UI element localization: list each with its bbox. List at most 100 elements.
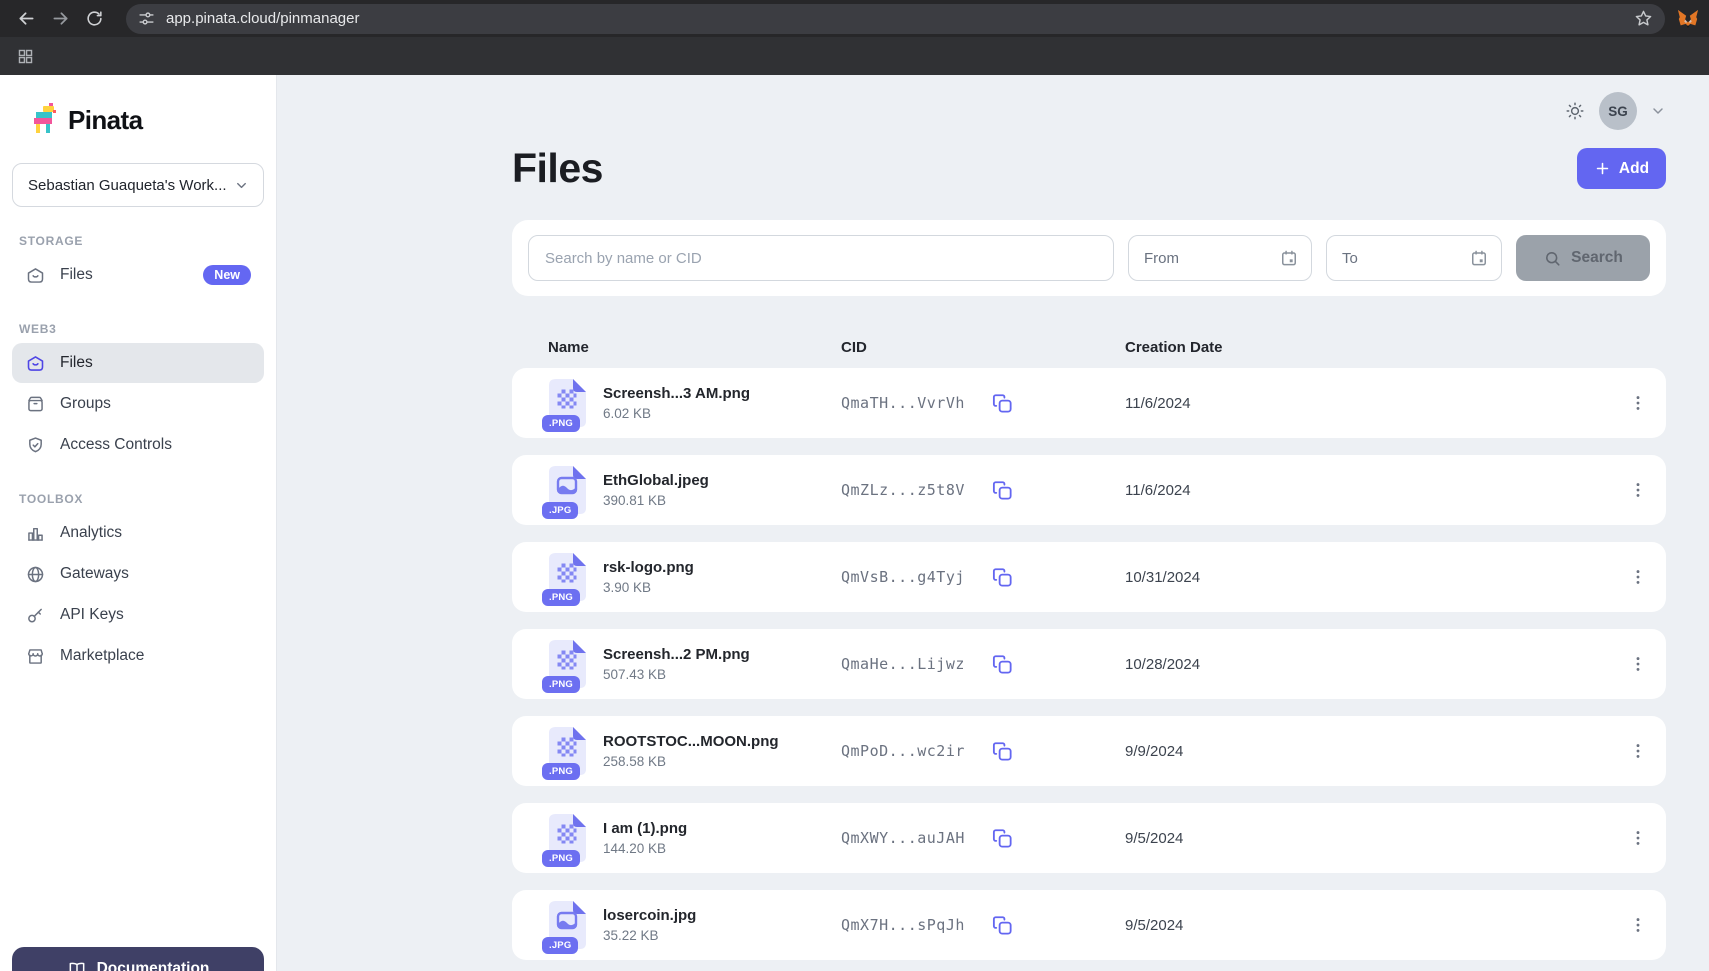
table-row[interactable]: .PNG Screensh...3 AM.png 6.02 KB QmaTH..…	[512, 368, 1666, 438]
add-button[interactable]: Add	[1577, 148, 1666, 189]
file-name-cell: .PNG Screensh...3 AM.png 6.02 KB	[548, 378, 841, 428]
column-header-name: Name	[548, 339, 841, 356]
row-menu-button[interactable]	[1624, 650, 1652, 678]
sidebar-item-storage-files[interactable]: Files New	[12, 255, 264, 295]
copy-cid-button[interactable]	[991, 653, 1014, 676]
file-type-badge: .PNG	[542, 589, 580, 606]
copy-cid-button[interactable]	[991, 914, 1014, 937]
png-checker-glyph	[558, 390, 577, 409]
documentation-button[interactable]: Documentation	[12, 947, 264, 971]
file-name: rsk-logo.png	[603, 559, 694, 576]
search-button-label: Search	[1571, 249, 1623, 267]
jpg-photo-glyph	[557, 912, 578, 931]
row-menu-button[interactable]	[1624, 389, 1652, 417]
kebab-icon	[1628, 480, 1648, 500]
file-name: Screensh...3 AM.png	[603, 385, 750, 402]
cid-cell: QmVsB...g4Tyj	[841, 566, 1125, 589]
table-row[interactable]: .JPG EthGlobal.jpeg 390.81 KB QmZLz...z5…	[512, 455, 1666, 525]
bookmark-star-icon[interactable]	[1634, 9, 1653, 28]
address-bar[interactable]: app.pinata.cloud/pinmanager	[126, 4, 1665, 34]
sidebar-item-marketplace[interactable]: Marketplace	[12, 636, 264, 676]
browser-reload-button[interactable]	[78, 3, 110, 35]
creation-date: 11/6/2024	[1125, 395, 1612, 412]
browser-back-button[interactable]	[10, 3, 42, 35]
groups-box-icon	[25, 394, 46, 415]
cid-value: QmaTH...VvrVh	[841, 394, 965, 412]
cid-cell: QmXWY...auJAH	[841, 827, 1125, 850]
column-header-cid: CID	[841, 339, 1125, 356]
search-input[interactable]	[528, 235, 1114, 281]
sidebar-item-label: API Keys	[60, 606, 124, 624]
search-panel: From To Search	[512, 220, 1666, 296]
sidebar-item-label: Access Controls	[60, 436, 172, 454]
sidebar-item-label: Gateways	[60, 565, 129, 583]
date-from-field[interactable]: From	[1128, 235, 1312, 281]
copy-cid-button[interactable]	[991, 392, 1014, 415]
account-menu-button[interactable]	[1650, 103, 1666, 119]
files-icon	[25, 353, 46, 374]
section-label-web3: WEB3	[19, 322, 264, 336]
globe-icon	[25, 564, 46, 585]
browser-toolbar: app.pinata.cloud/pinmanager	[0, 0, 1709, 37]
table-row[interactable]: .PNG Screensh...2 PM.png 507.43 KB QmaHe…	[512, 629, 1666, 699]
table-row[interactable]: .PNG ROOTSTOC...MOON.png 258.58 KB QmPoD…	[512, 716, 1666, 786]
table-row[interactable]: .JPG losercoin.jpg 35.22 KB QmX7H...sPqJ…	[512, 890, 1666, 960]
chevron-down-icon	[234, 178, 249, 193]
search-button[interactable]: Search	[1516, 235, 1650, 281]
cid-value: QmX7H...sPqJh	[841, 916, 965, 934]
sidebar-item-analytics[interactable]: Analytics	[12, 513, 264, 553]
files-icon	[25, 265, 46, 286]
kebab-icon	[1628, 828, 1648, 848]
kebab-icon	[1628, 915, 1648, 935]
apps-grid-icon[interactable]	[9, 40, 41, 72]
sidebar-item-access-controls[interactable]: Access Controls	[12, 425, 264, 465]
date-to-field[interactable]: To	[1326, 235, 1502, 281]
copy-cid-button[interactable]	[991, 740, 1014, 763]
avatar[interactable]: SG	[1599, 92, 1637, 130]
row-menu-button[interactable]	[1624, 563, 1652, 591]
table-row[interactable]: .PNG rsk-logo.png 3.90 KB QmVsB...g4Tyj …	[512, 542, 1666, 612]
row-menu-button[interactable]	[1624, 737, 1652, 765]
file-size: 144.20 KB	[603, 841, 687, 856]
tune-icon[interactable]	[138, 10, 155, 27]
copy-icon	[991, 392, 1014, 415]
row-menu-button[interactable]	[1624, 824, 1652, 852]
sidebar-item-groups[interactable]: Groups	[12, 384, 264, 424]
file-type-badge: .PNG	[542, 763, 580, 780]
row-menu-button[interactable]	[1624, 911, 1652, 939]
sidebar-item-label: Analytics	[60, 524, 122, 542]
page-title: Files	[512, 145, 603, 192]
file-type-doc: .JPG	[548, 465, 587, 515]
file-type-doc: .PNG	[548, 552, 587, 602]
calendar-icon[interactable]	[1279, 248, 1299, 268]
copy-cid-button[interactable]	[991, 479, 1014, 502]
metamask-extension-icon[interactable]	[1677, 8, 1699, 30]
date-to-placeholder: To	[1342, 250, 1358, 267]
pinata-logo[interactable]: Pinata	[12, 103, 264, 137]
kebab-icon	[1628, 567, 1648, 587]
file-size: 390.81 KB	[603, 493, 709, 508]
sidebar-item-api-keys[interactable]: API Keys	[12, 595, 264, 635]
file-name: losercoin.jpg	[603, 907, 696, 924]
sidebar-item-web3-files[interactable]: Files	[12, 343, 264, 383]
table-row[interactable]: .PNG I am (1).png 144.20 KB QmXWY...auJA…	[512, 803, 1666, 873]
row-menu-button[interactable]	[1624, 476, 1652, 504]
file-name-cell: .JPG losercoin.jpg 35.22 KB	[548, 900, 841, 950]
url-text[interactable]: app.pinata.cloud/pinmanager	[166, 10, 1623, 27]
copy-cid-button[interactable]	[991, 827, 1014, 850]
file-type-doc: .PNG	[548, 639, 587, 689]
key-icon	[25, 605, 46, 626]
copy-icon	[991, 740, 1014, 763]
kebab-icon	[1628, 654, 1648, 674]
browser-forward-button[interactable]	[44, 3, 76, 35]
documentation-label: Documentation	[97, 960, 210, 971]
sidebar-item-gateways[interactable]: Gateways	[12, 554, 264, 594]
cid-cell: QmPoD...wc2ir	[841, 740, 1125, 763]
copy-cid-button[interactable]	[991, 566, 1014, 589]
creation-date: 9/9/2024	[1125, 743, 1612, 760]
workspace-selector[interactable]: Sebastian Guaqueta's Work...	[12, 163, 264, 207]
calendar-icon[interactable]	[1469, 248, 1489, 268]
file-name-cell: .PNG I am (1).png 144.20 KB	[548, 813, 841, 863]
theme-toggle-button[interactable]	[1564, 100, 1586, 122]
file-table-header: Name CID Creation Date	[512, 326, 1666, 368]
